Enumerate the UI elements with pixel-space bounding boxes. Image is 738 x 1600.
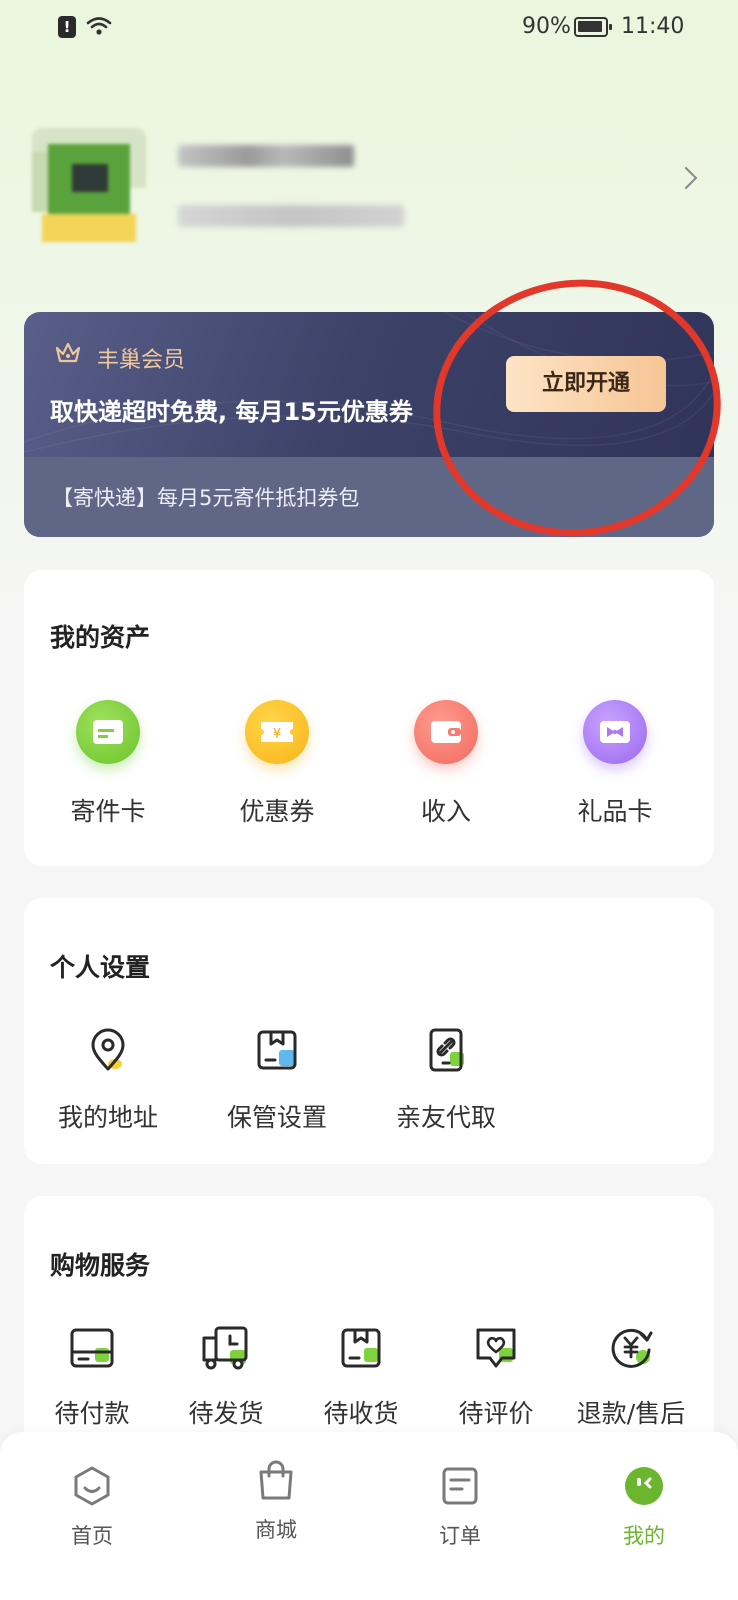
coupon-icon: ¥	[245, 700, 309, 764]
link-phone-icon	[429, 1028, 464, 1072]
settings-title: 个人设置	[50, 953, 151, 982]
home-hexagon-icon	[74, 1466, 110, 1506]
alert-icon: !	[58, 16, 76, 38]
asset-label: 优惠券	[239, 797, 315, 826]
settings-card: 个人设置 我的地址 保管设置 亲友代取	[24, 898, 714, 1164]
gift-card-icon	[583, 700, 647, 764]
setting-family-pickup[interactable]: 亲友代取	[366, 1026, 526, 1134]
wallet-icon	[414, 700, 478, 764]
setting-label: 亲友代取	[395, 1103, 496, 1132]
storage-box-icon	[257, 1030, 297, 1070]
shop-label: 待付款	[54, 1399, 130, 1428]
member-title: 丰巢会员	[97, 348, 186, 373]
assets-card: 我的资产 寄件卡 ¥ 优惠券 收入 礼品卡	[24, 570, 714, 866]
profile-face-icon	[625, 1467, 663, 1505]
assets-title: 我的资产	[50, 623, 151, 652]
review-heart-icon	[476, 1328, 516, 1368]
member-subtitle: 【寄快递】每月5元寄件抵扣券包	[52, 486, 360, 510]
status-bar: ! 90% 11:40	[0, 0, 738, 60]
shop-pending-shipment[interactable]: 待发货	[158, 1324, 294, 1430]
username-blurred	[178, 145, 354, 167]
nav-profile[interactable]: 我的	[594, 1464, 694, 1550]
setting-storage[interactable]: 保管设置	[197, 1026, 357, 1134]
payment-card-icon	[70, 1328, 114, 1368]
shop-pending-review[interactable]: 待评价	[428, 1324, 564, 1430]
shop-pending-receipt[interactable]: 待收货	[293, 1324, 429, 1430]
shop-label: 待发货	[188, 1399, 264, 1428]
battery-icon	[574, 17, 612, 37]
card-icon	[76, 700, 140, 764]
asset-gift-card[interactable]: 礼品卡	[545, 700, 685, 828]
shop-refund-after-sales[interactable]: 退款/售后	[563, 1324, 699, 1430]
nav-orders[interactable]: 订单	[410, 1464, 510, 1550]
nav-label: 订单	[439, 1524, 481, 1548]
clock: 11:40	[621, 14, 685, 39]
asset-shipping-card[interactable]: 寄件卡	[38, 700, 178, 828]
crown-icon	[55, 342, 81, 363]
asset-label: 礼品卡	[577, 797, 653, 826]
svg-text:¥: ¥	[273, 727, 281, 742]
user-subtitle-blurred	[178, 205, 404, 227]
asset-label: 收入	[420, 797, 471, 826]
wifi-icon	[86, 17, 112, 35]
location-pin-icon	[91, 1028, 125, 1071]
nav-home[interactable]: 首页	[42, 1464, 142, 1550]
shop-label: 退款/售后	[576, 1399, 686, 1428]
avatar[interactable]	[32, 128, 146, 242]
shop-label: 待收货	[323, 1399, 399, 1428]
shopping-bag-icon	[259, 1460, 293, 1500]
nav-label: 商城	[255, 1518, 297, 1542]
nav-label: 首页	[71, 1524, 113, 1548]
shop-pending-payment[interactable]: 待付款	[24, 1324, 160, 1430]
nav-label: 我的	[623, 1524, 665, 1548]
shopping-title: 购物服务	[50, 1251, 151, 1280]
package-box-icon	[341, 1328, 381, 1368]
battery-percent: 90%	[522, 14, 571, 39]
setting-label: 我的地址	[57, 1103, 158, 1132]
asset-income[interactable]: 收入	[376, 700, 516, 828]
delivery-truck-icon	[202, 1326, 248, 1370]
member-description: 取快递超时免费, 每月15元优惠券	[50, 398, 413, 426]
asset-label: 寄件卡	[70, 797, 146, 826]
asset-coupon[interactable]: ¥ 优惠券	[207, 700, 347, 828]
refund-yen-icon	[611, 1328, 653, 1368]
nav-mall[interactable]: 商城	[226, 1458, 326, 1544]
setting-label: 保管设置	[226, 1103, 327, 1132]
setting-address[interactable]: 我的地址	[28, 1026, 188, 1134]
shop-label: 待评价	[458, 1399, 534, 1428]
order-list-icon	[442, 1467, 478, 1505]
bottom-navigation: 首页 商城 订单 我的	[0, 1432, 738, 1600]
